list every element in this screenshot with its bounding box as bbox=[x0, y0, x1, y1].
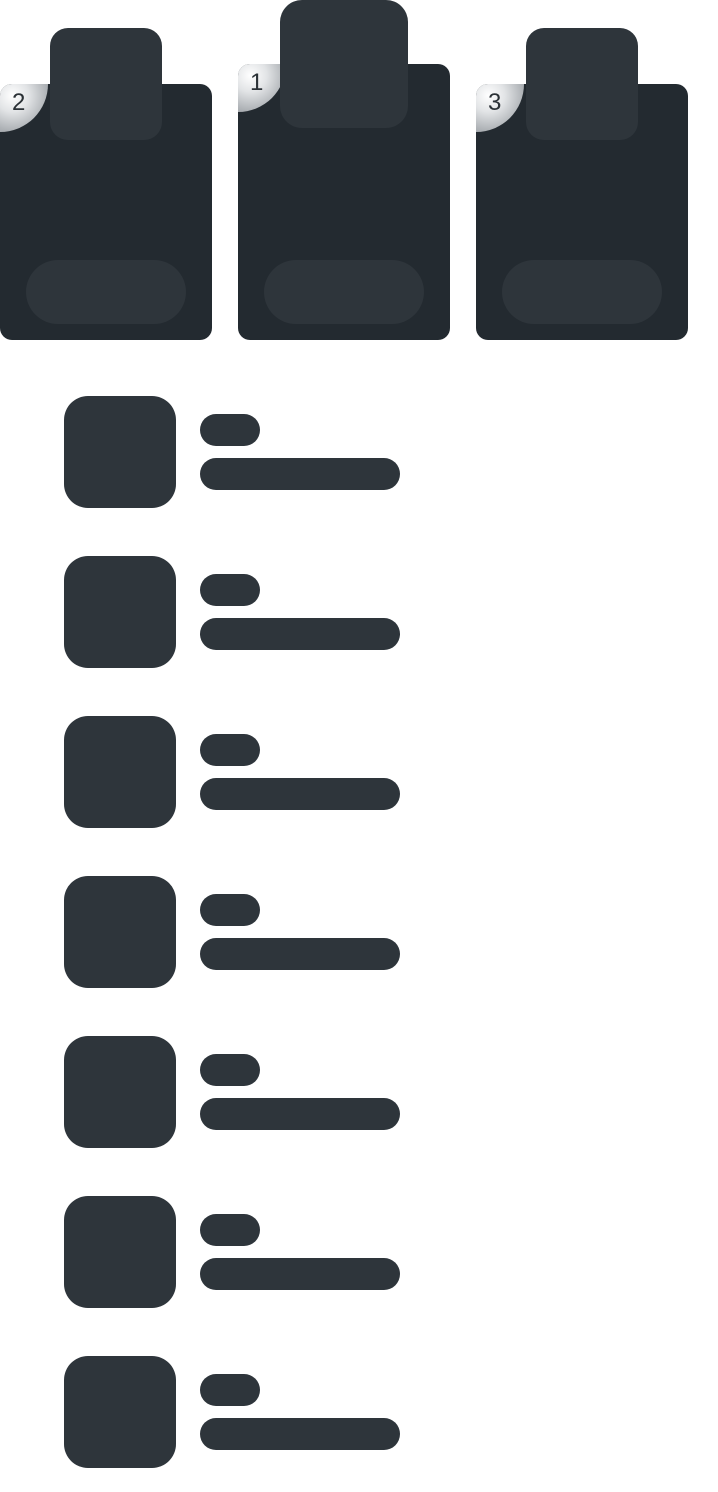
list-avatar-placeholder bbox=[64, 716, 176, 828]
list-avatar-placeholder bbox=[64, 876, 176, 988]
list-rank-placeholder bbox=[200, 414, 260, 446]
list-item[interactable] bbox=[64, 1196, 404, 1308]
list-rank-placeholder bbox=[200, 1214, 260, 1246]
rank-number: 1 bbox=[250, 69, 264, 96]
list-rank-placeholder bbox=[200, 574, 260, 606]
podium-name-placeholder bbox=[26, 260, 186, 324]
list-avatar-placeholder bbox=[64, 556, 176, 668]
rank-number: 2 bbox=[12, 89, 26, 116]
list-item[interactable] bbox=[64, 1356, 404, 1468]
list-avatar-placeholder bbox=[64, 1036, 176, 1148]
list-avatar-placeholder bbox=[64, 396, 176, 508]
rank-badge: 1 bbox=[238, 64, 286, 112]
list-rank-placeholder bbox=[200, 894, 260, 926]
list-item[interactable] bbox=[64, 716, 404, 828]
podium-avatar-first[interactable] bbox=[280, 0, 408, 128]
list-item[interactable] bbox=[64, 876, 404, 988]
podium-name-placeholder bbox=[502, 260, 662, 324]
list-item[interactable] bbox=[64, 556, 404, 668]
rank-number: 3 bbox=[488, 89, 502, 116]
podium-avatar-second[interactable] bbox=[50, 28, 162, 140]
list-item[interactable] bbox=[64, 1036, 404, 1148]
list-name-placeholder bbox=[200, 1258, 400, 1290]
list-rank-placeholder bbox=[200, 1054, 260, 1086]
list-item[interactable] bbox=[64, 396, 404, 508]
list-name-placeholder bbox=[200, 938, 400, 970]
list-rank-placeholder bbox=[200, 1374, 260, 1406]
list-name-placeholder bbox=[200, 778, 400, 810]
list-name-placeholder bbox=[200, 458, 400, 490]
list-avatar-placeholder bbox=[64, 1196, 176, 1308]
rank-badge: 3 bbox=[476, 84, 524, 132]
leaderboard-podium: 2 1 3 bbox=[0, 0, 718, 360]
list-avatar-placeholder bbox=[64, 1356, 176, 1468]
list-name-placeholder bbox=[200, 618, 400, 650]
podium-avatar-third[interactable] bbox=[526, 28, 638, 140]
rank-badge: 2 bbox=[0, 84, 48, 132]
list-name-placeholder bbox=[200, 1098, 400, 1130]
podium-name-placeholder bbox=[264, 260, 424, 324]
list-rank-placeholder bbox=[200, 734, 260, 766]
list-name-placeholder bbox=[200, 1418, 400, 1450]
